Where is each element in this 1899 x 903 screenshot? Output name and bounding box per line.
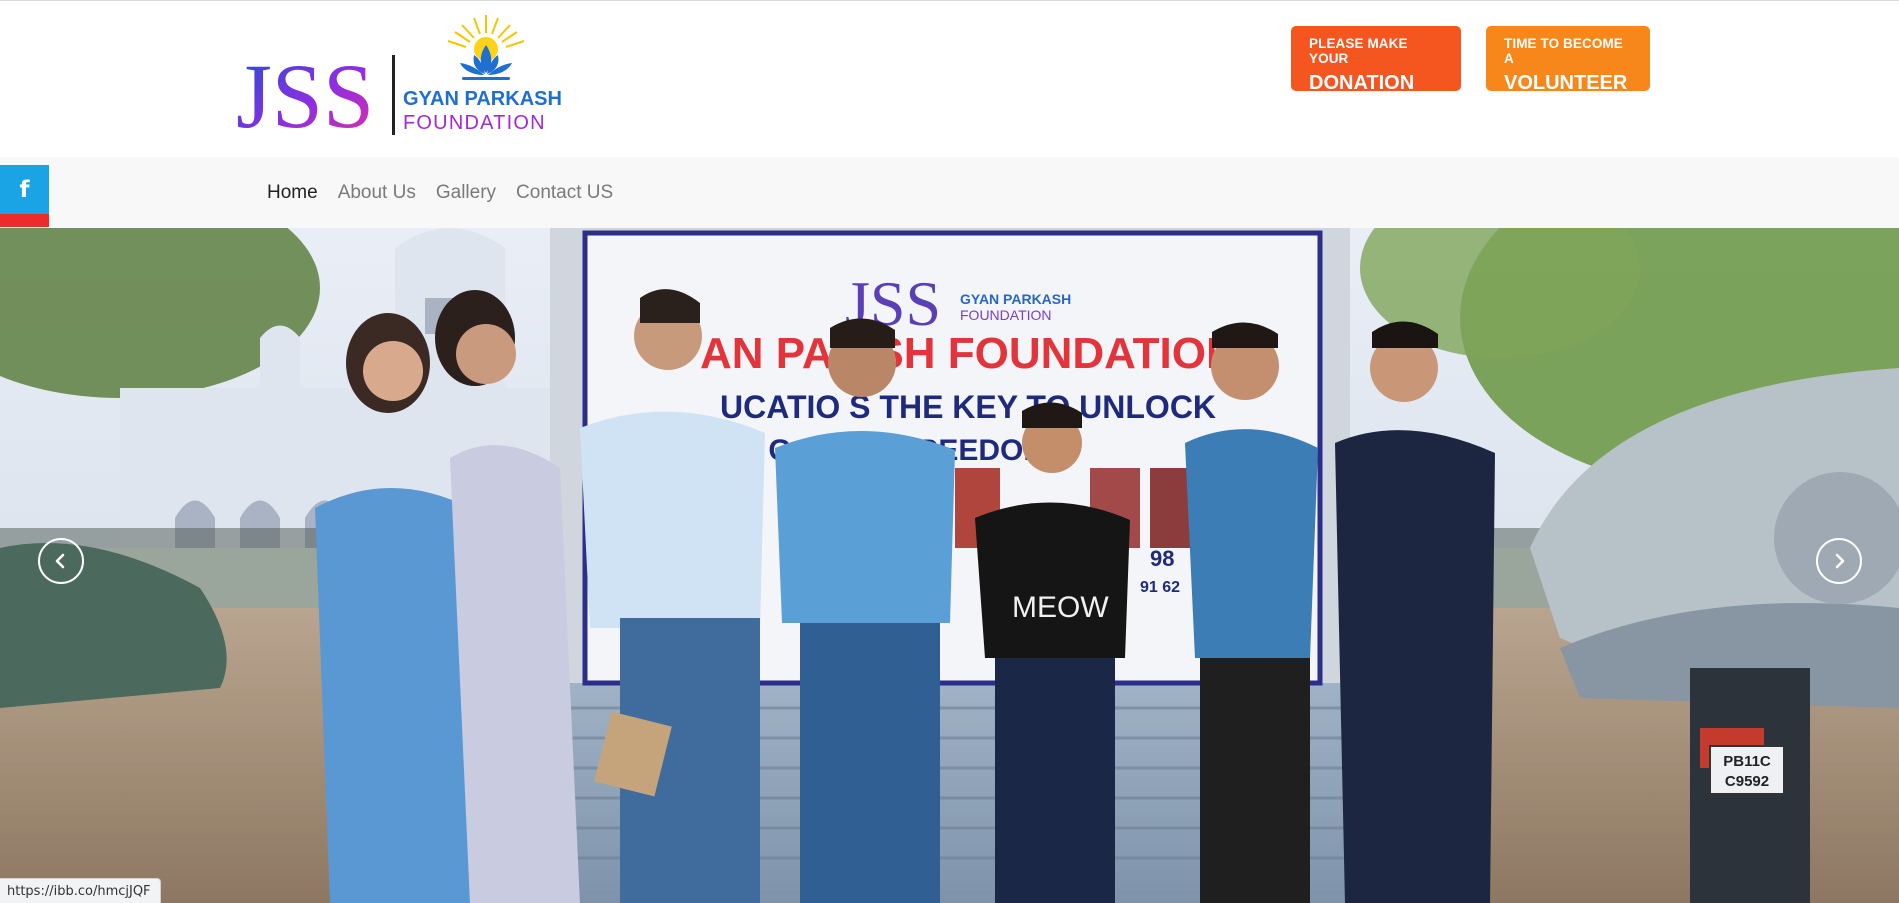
- tshirt-text: MEOW: [1012, 591, 1109, 624]
- nav-links: Home About Us Gallery Contact US: [267, 157, 633, 228]
- volunteer-button[interactable]: TIME TO BECOME A VOLUNTEER: [1486, 26, 1650, 94]
- chevron-right-icon: [1835, 553, 1845, 569]
- donate-button-subtitle: PLEASE MAKE YOUR: [1309, 36, 1408, 66]
- nav-home[interactable]: Home: [267, 182, 318, 204]
- volunteer-button-subtitle: TIME TO BECOME A: [1504, 36, 1623, 66]
- banner-logo-line2: FOUNDATION: [960, 307, 1052, 323]
- donate-button[interactable]: PLEASE MAKE YOUR DONATION: [1291, 26, 1461, 94]
- banner-phone-2: 91 62: [1140, 579, 1180, 596]
- facebook-share-button[interactable]: f: [0, 165, 49, 214]
- banner-title: AN PA ASH FOUNDATION: [700, 329, 1238, 378]
- banner-line1: UCATIO S THE KEY TO UNLOCK: [720, 389, 1216, 425]
- site-header: JSS GYAN PARKASH FOUNDATION PLEASE MAKE …: [0, 1, 1899, 157]
- hero-slider: JSS GYAN PARKASH FOUNDATION AN PA ASH FO…: [0, 228, 1899, 903]
- slider-prev-button[interactable]: [38, 538, 84, 584]
- status-bar-url: https://ibb.co/hmcjJQF: [0, 878, 161, 903]
- logo-line1: GYAN PARKASH: [403, 88, 562, 110]
- plate-line2: C9592: [1725, 773, 1769, 790]
- lotus-icon: [460, 45, 512, 80]
- page: JSS GYAN PARKASH FOUNDATION PLEASE MAKE …: [0, 0, 1899, 903]
- nav-gallery[interactable]: Gallery: [436, 182, 496, 204]
- plate-line1: PB11C: [1723, 753, 1771, 770]
- slider-next-button[interactable]: [1816, 538, 1862, 584]
- chevron-left-icon: [55, 553, 65, 569]
- nav-about-us[interactable]: About Us: [338, 182, 416, 204]
- logo-line2: FOUNDATION: [403, 112, 546, 134]
- hero-slide-photo: JSS GYAN PARKASH FOUNDATION AN PA ASH FO…: [0, 228, 1899, 903]
- social-share-stripe[interactable]: [0, 214, 49, 227]
- banner-phone-1: 98: [1150, 546, 1174, 571]
- nav-contact-us[interactable]: Contact US: [516, 182, 613, 204]
- logo-jss-text: JSS: [236, 45, 374, 147]
- volunteer-button-title: VOLUNTEER: [1504, 72, 1628, 94]
- banner-logo-line1: GYAN PARKASH: [960, 291, 1071, 307]
- logo-divider: [392, 55, 395, 135]
- site-logo[interactable]: JSS GYAN PARKASH FOUNDATION: [236, 11, 566, 147]
- facebook-icon: f: [19, 176, 30, 203]
- donate-button-title: DONATION: [1309, 72, 1415, 94]
- main-nav: Home About Us Gallery Contact US: [0, 157, 1899, 228]
